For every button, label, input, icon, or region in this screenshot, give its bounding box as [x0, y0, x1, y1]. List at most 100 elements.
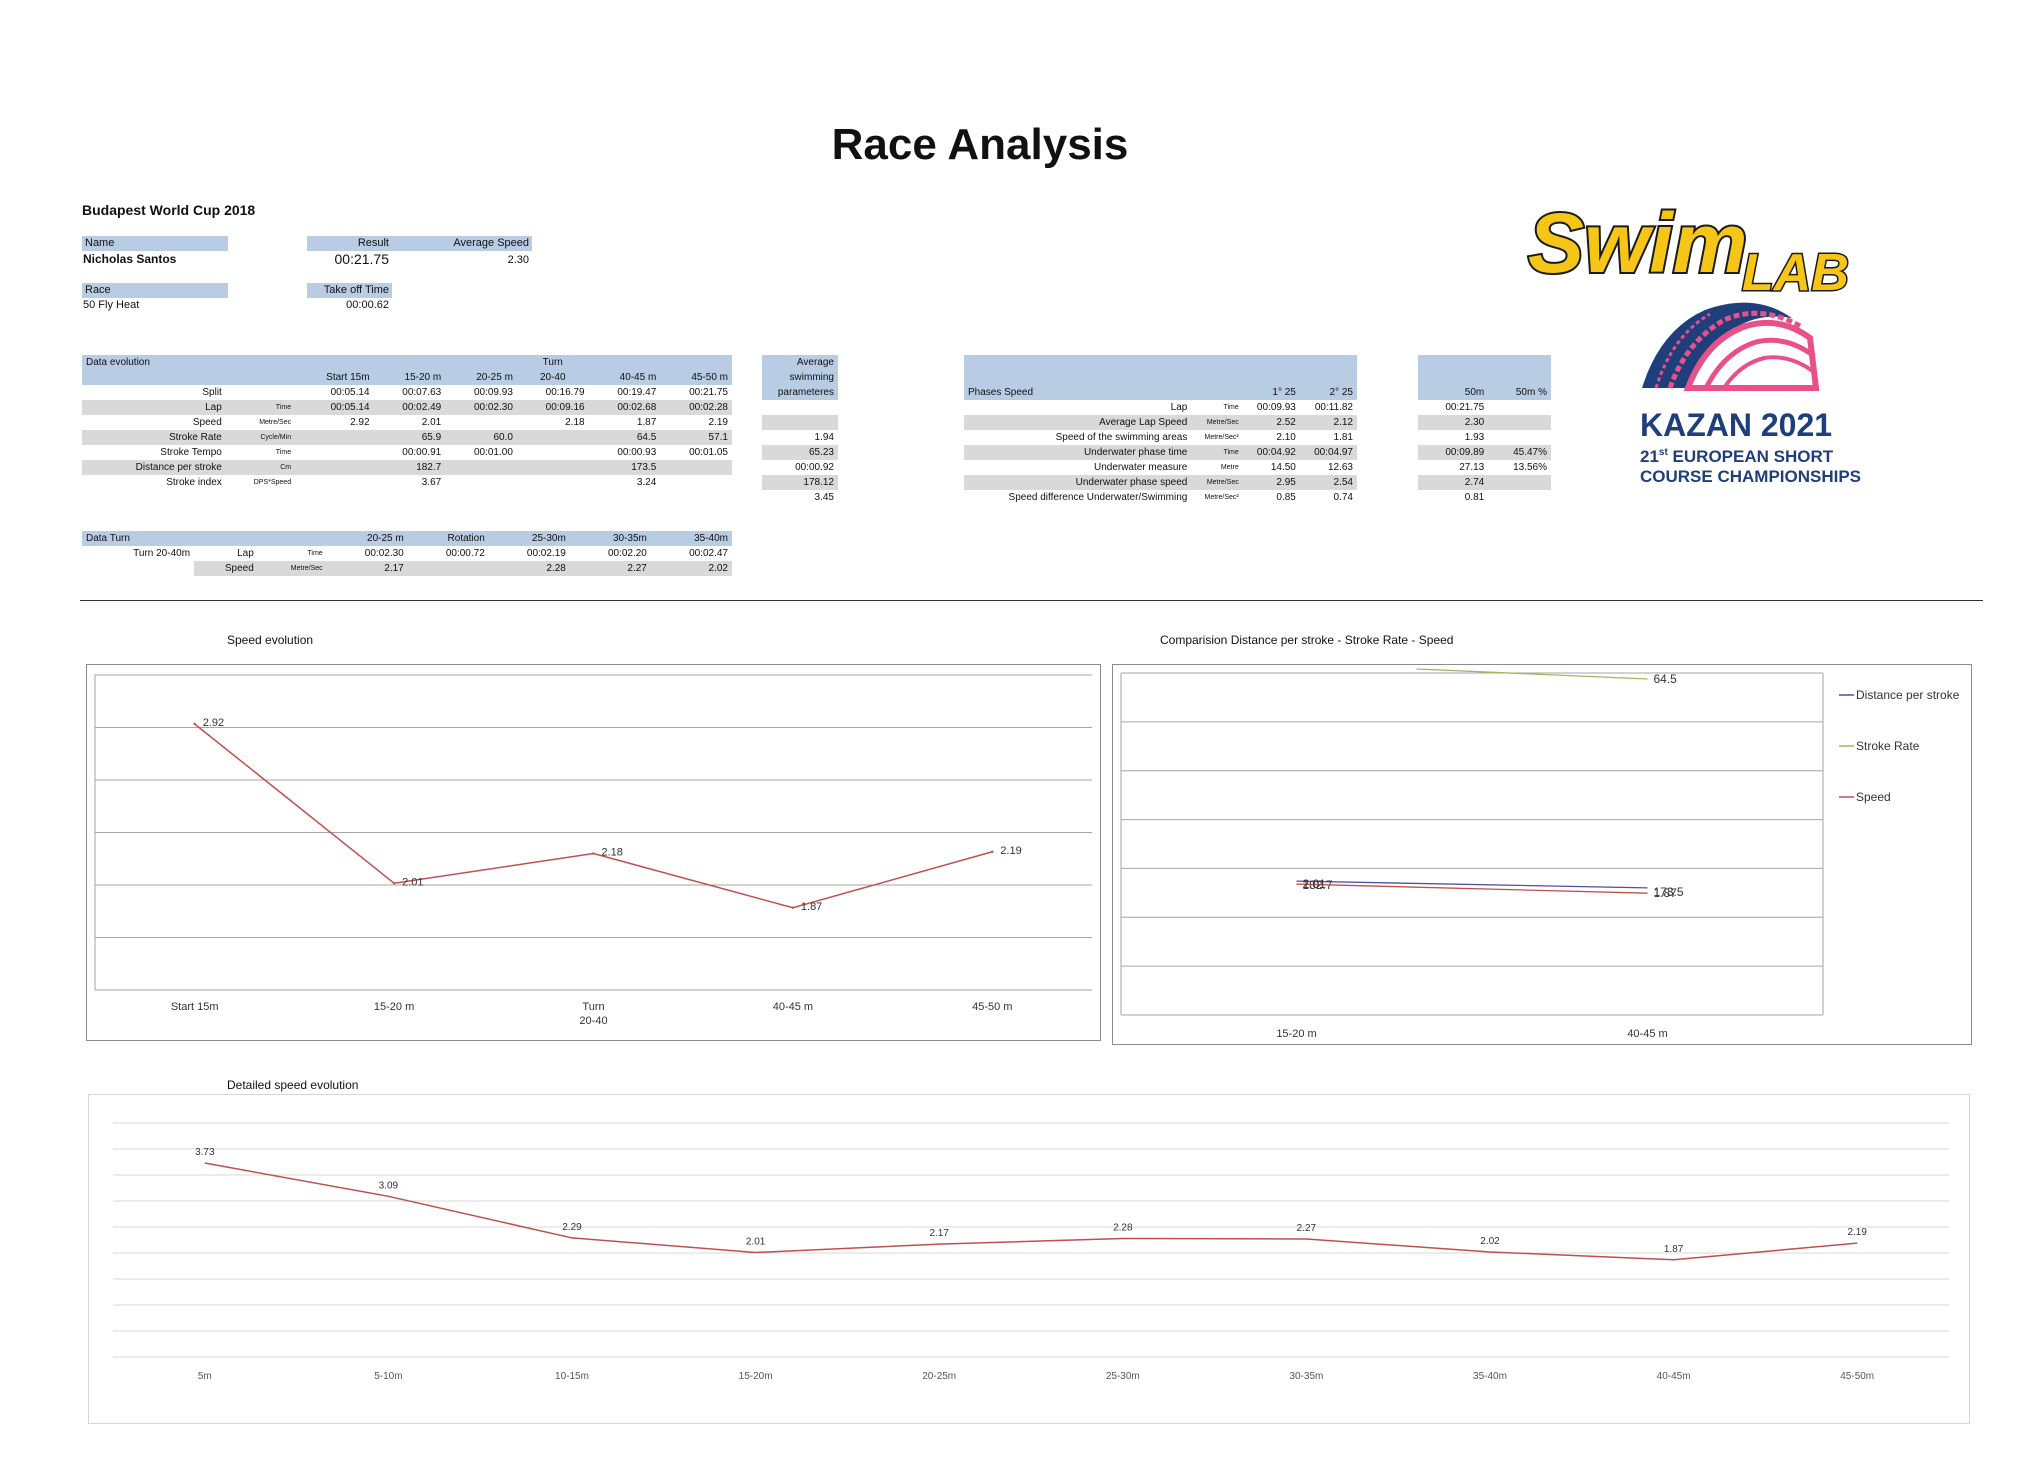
avg-header-1: Average [762, 355, 838, 370]
data-label: 2.28 [1113, 1222, 1133, 1233]
kazan-line-2: COURSE CHAMPIONSHIPS [1640, 467, 1861, 486]
row-value: 2.95 [1242, 475, 1300, 490]
avg-header-3: parameteres [762, 385, 838, 400]
data-label: 2.92 [203, 717, 224, 729]
data-point [791, 906, 795, 909]
data-label: 2.17 [929, 1228, 949, 1239]
row-label: Stroke Rate [82, 430, 226, 445]
row-value: 12.63 [1327, 462, 1353, 473]
turn-col-20-25m: 20-25 m [326, 531, 408, 546]
row-value: 0.74 [1333, 492, 1353, 503]
x-tick-label: 5m [198, 1371, 212, 1382]
data-label: 2.01 [1303, 877, 1327, 891]
avg-value: 65.23 [762, 445, 838, 460]
row-value [295, 475, 373, 490]
row-label: Split [202, 387, 222, 398]
data-label: 1.87 [1664, 1244, 1684, 1255]
result-value: 00:21.75 [334, 251, 390, 267]
avg-value [762, 415, 838, 430]
data-point [592, 852, 595, 855]
turn-col-25-30m: 25-30m [488, 531, 570, 546]
table-row: Average Lap Speed Metre/Sec 2.52 2.12 [964, 415, 1357, 430]
avg-value: 1.94 [814, 432, 834, 443]
athlete-name: Nicholas Santos [83, 252, 177, 266]
table-row: Speed of the swimming areas Metre/Sec² 2.1… [964, 430, 1357, 445]
data-label: 2.29 [562, 1222, 582, 1233]
turn-label: Turn 20-40m [133, 548, 191, 559]
row-value: 2.17 [326, 561, 408, 576]
x-tick-label: 25-30m [1106, 1371, 1140, 1382]
data-label: 64.5 [1654, 672, 1678, 686]
row-value: 2.54 [1299, 475, 1357, 490]
data-turn-rows: Turn 20-40m Lap Time 00:02.30 00:00.72 00:02.… [82, 546, 732, 576]
detailed-speed-chart: 3.73 3.09 2.29 2.01 2.17 2.28 2.27 2.02 1.87 2.19… [88, 1094, 1970, 1424]
row-value: 2.27 [569, 561, 651, 576]
row-label: Lap [1170, 402, 1188, 413]
table-row: Speed Metre/Sec 2.92 2.01 2.18 1.87 2.19 [82, 415, 732, 430]
table-row: Distance per stroke Cm 182.7 173.5 [82, 460, 732, 475]
row-label: Distance per stroke [82, 460, 226, 475]
legend-entry: Distance per stroke [1856, 688, 1960, 702]
row-value [445, 475, 517, 490]
row-unit: Metre/Sec [257, 561, 327, 576]
row-value [517, 475, 589, 490]
detailed-speed-line [204, 1162, 1858, 1261]
series-line [1416, 668, 1648, 680]
row-value [660, 475, 732, 490]
x-tick-label: 15-20 m [1276, 1028, 1316, 1040]
row-label: Lap [82, 400, 226, 415]
avg-value: 3.45 [814, 492, 834, 503]
row-value [295, 460, 374, 475]
avg-header-2: swimming [762, 370, 838, 385]
avg-speed-label: Average Speed [392, 236, 532, 251]
data-evolution-table: Data evolution Turn Start 15m 15-20 m 20… [82, 355, 732, 490]
row-value: 2.18 [565, 417, 585, 428]
kazan-title: KAZAN 2021 [1640, 407, 1832, 443]
table-row [762, 415, 838, 430]
phases-col-2: 2° 25 [1299, 385, 1357, 400]
table-row: 178.12 [762, 475, 838, 490]
detailed-speed-svg: 3.73 3.09 2.29 2.01 2.17 2.28 2.27 2.02 1.87 2.19… [113, 1122, 1949, 1382]
row-value: 2.30 [1418, 415, 1489, 430]
kazan-line-1: 21st EUROPEAN SHORT [1640, 447, 1834, 466]
row-label: Stroke Tempo [160, 447, 222, 458]
table-row: 65.23 [762, 445, 838, 460]
x-tick-label: 40-45 m [773, 1001, 813, 1013]
data-point [193, 722, 196, 726]
row-value: 00:02.20 [607, 548, 647, 559]
row-value: 2.01 [421, 417, 442, 428]
data-label: 2.01 [746, 1236, 766, 1247]
data-label: 1.87 [1654, 886, 1678, 900]
col-start-15m: Start 15m [295, 370, 374, 385]
row-value: 2.12 [1299, 415, 1357, 430]
table-row: 1.94 [762, 430, 838, 445]
takeoff-label: Take off Time [307, 283, 392, 298]
x-tick-label: 15-20 m [374, 1001, 414, 1013]
table-row: Stroke Rate Cycle/Min 65.9 60.0 64.5 57.1 [82, 430, 732, 445]
row-unit: Time [307, 550, 323, 557]
x-tick-label: 40-45 m [1627, 1028, 1667, 1040]
x-tick-label: 10-15m [555, 1371, 589, 1382]
row-value [516, 460, 589, 475]
row-value: 00:09.89 [1418, 445, 1489, 460]
x-tick-label: Turn [582, 1001, 604, 1013]
row-label: Speed difference Underwater/Swimming [1008, 492, 1188, 503]
row-label: Average Lap Speed [964, 415, 1192, 430]
row-value: 2.74 [1418, 475, 1489, 490]
swimlab-swim-text: Swim [1528, 196, 1747, 290]
row-unit: DPS*Speed [253, 479, 292, 486]
row-value: 3.67 [421, 477, 442, 488]
phases-title: Phases Speed [964, 385, 1192, 400]
series-line [1296, 883, 1648, 894]
row-value: 1.93 [1464, 432, 1485, 443]
row-value: 2.10 [1276, 432, 1296, 443]
row-value: 00:11.82 [1314, 402, 1353, 413]
row-value: 00:02.49 [373, 400, 446, 415]
name-label: Name [82, 236, 228, 251]
speed-evolution-title: Speed evolution [227, 633, 314, 647]
row-unit: Time [1223, 404, 1239, 411]
data-evolution-title: Data evolution [82, 355, 226, 370]
row-value: 65.9 [373, 430, 446, 445]
row-value: 0.85 [1276, 492, 1296, 503]
turn-col-rotation: Rotation [407, 531, 489, 546]
